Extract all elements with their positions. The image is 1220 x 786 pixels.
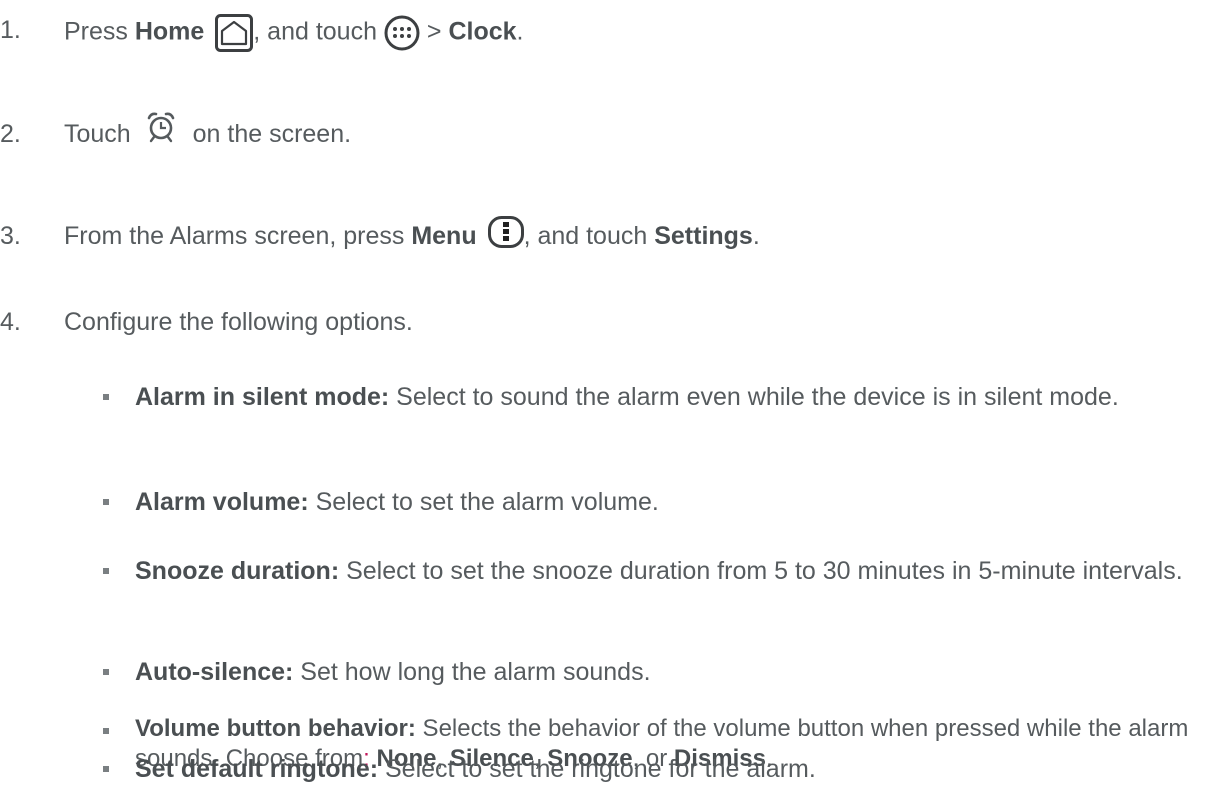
bullet-marker (103, 568, 109, 574)
option-term: Snooze duration: (135, 557, 340, 585)
text-run: on the screen. (185, 120, 352, 148)
step-text: Configure the following options. (64, 308, 413, 336)
menu-key-icon (487, 216, 524, 250)
step-text: From the Alarms screen, press Menu , and… (64, 216, 760, 254)
option-term: Volume button behavior: (135, 715, 416, 742)
option-description: Set how long the alarm sounds. (293, 658, 651, 686)
step-number: 4. (0, 308, 21, 336)
option-term: Alarm volume: (135, 488, 309, 516)
text-run: > (419, 17, 449, 46)
text-run: . (752, 222, 760, 250)
option-description: Select to set the ringtone for the alarm… (378, 755, 816, 783)
instructions-page: 1. Press Home , and touch > Clock. 2. To… (0, 0, 1220, 784)
clock-label: Clock (448, 17, 517, 46)
bullet-marker (103, 499, 109, 505)
option-term: Auto-silence: (135, 658, 294, 686)
text-run: Touch (64, 120, 138, 148)
step-number: 1. (0, 16, 21, 44)
settings-label: Settings (654, 222, 753, 250)
step-number: 3. (0, 222, 21, 250)
option-text: Alarm volume: Select to set the alarm vo… (135, 485, 1205, 519)
option-description: Select to sound the alarm even while the… (389, 383, 1119, 411)
apps-launcher-icon (384, 15, 420, 51)
bullet-marker (103, 728, 109, 734)
alarm-clock-icon (146, 111, 176, 143)
home-key-icon (215, 14, 254, 52)
step-text: Press Home , and touch > Clock. (64, 14, 523, 52)
text-run: , and touch (253, 17, 384, 46)
bullet-marker (103, 766, 109, 772)
home-label: Home (134, 17, 205, 46)
bullet-marker (103, 669, 109, 675)
option-text: Snooze duration: Select to set the snooz… (135, 554, 1205, 588)
option-term: Set default ringtone: (135, 755, 379, 783)
menu-label: Menu (411, 222, 477, 250)
text-run: , and touch (523, 222, 655, 250)
option-description: Select to set the snooze duration from 5… (339, 557, 1183, 585)
option-text: Alarm in silent mode: Select to sound th… (135, 380, 1205, 414)
text-run: . (516, 17, 524, 46)
option-text: Set default ringtone: Select to set the … (135, 752, 1205, 786)
step-number: 2. (0, 120, 21, 148)
text-run: From the Alarms screen, press (64, 222, 412, 250)
text-run: Press (64, 17, 135, 46)
bullet-marker (103, 394, 109, 400)
step-text: Touch on the screen. (64, 112, 352, 151)
option-description: Select to set the alarm volume. (308, 488, 659, 516)
option-term: Alarm in silent mode: (135, 383, 390, 411)
option-text: Auto-silence: Set how long the alarm sou… (135, 655, 1205, 689)
